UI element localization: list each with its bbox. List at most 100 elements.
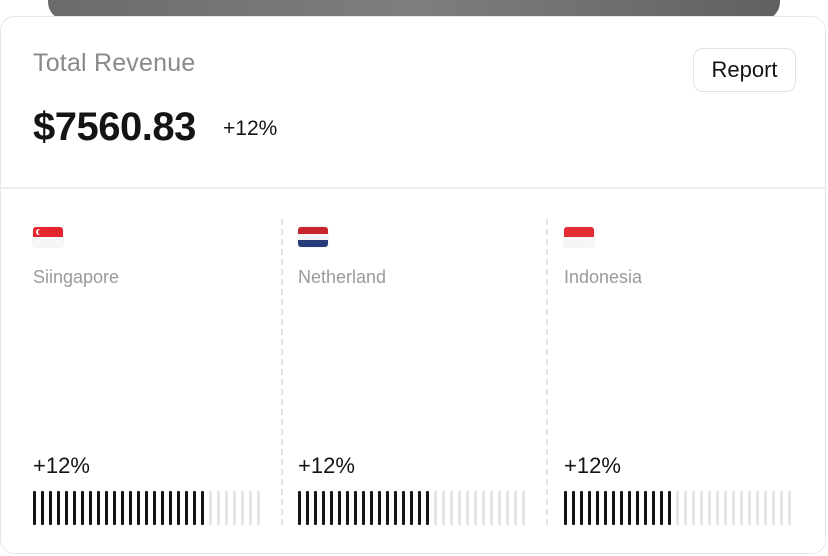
progress-tick-filled bbox=[354, 491, 357, 525]
progress-tick-filled bbox=[604, 491, 607, 525]
revenue-delta: +12% bbox=[223, 117, 278, 140]
progress-tick-filled bbox=[73, 491, 76, 525]
progress-tick-filled bbox=[57, 491, 60, 525]
progress-tick-filled bbox=[660, 491, 663, 525]
progress-tick-empty bbox=[225, 491, 228, 525]
revenue-card: Total Revenue $7560.83 +12% Report Siing… bbox=[0, 16, 826, 554]
netherlands-flag-icon bbox=[298, 227, 328, 247]
progress-bars bbox=[298, 491, 525, 525]
revenue-header: Total Revenue $7560.83 +12% Report bbox=[1, 17, 825, 189]
total-revenue-amount: $7560.83 bbox=[33, 105, 196, 149]
country-delta: +12% bbox=[33, 453, 90, 478]
progress-tick-filled bbox=[370, 491, 373, 525]
progress-tick-filled bbox=[378, 491, 381, 525]
progress-tick-filled bbox=[338, 491, 341, 525]
progress-tick-filled bbox=[628, 491, 631, 525]
progress-tick-empty bbox=[241, 491, 244, 525]
country-column-netherland: Netherland +12% bbox=[298, 189, 546, 553]
column-divider bbox=[281, 219, 283, 525]
progress-tick-filled bbox=[185, 491, 188, 525]
progress-tick-filled bbox=[394, 491, 397, 525]
column-divider bbox=[546, 219, 548, 525]
country-column-singapore: Siingapore +12% bbox=[33, 189, 281, 553]
progress-tick-empty bbox=[692, 491, 695, 525]
progress-tick-filled bbox=[49, 491, 52, 525]
progress-tick-empty bbox=[772, 491, 775, 525]
report-button[interactable]: Report bbox=[693, 48, 796, 92]
progress-tick-filled bbox=[121, 491, 124, 525]
progress-tick-filled bbox=[65, 491, 68, 525]
progress-tick-filled bbox=[322, 491, 325, 525]
progress-bars bbox=[33, 491, 260, 525]
progress-tick-filled bbox=[161, 491, 164, 525]
progress-tick-filled bbox=[564, 491, 567, 525]
progress-tick-filled bbox=[41, 491, 44, 525]
progress-tick-empty bbox=[450, 491, 453, 525]
progress-tick-filled bbox=[402, 491, 405, 525]
progress-tick-empty bbox=[684, 491, 687, 525]
progress-tick-empty bbox=[708, 491, 711, 525]
progress-tick-empty bbox=[700, 491, 703, 525]
progress-tick-empty bbox=[756, 491, 759, 525]
progress-tick-empty bbox=[732, 491, 735, 525]
progress-tick-filled bbox=[298, 491, 301, 525]
country-column-indonesia: Indonesia +12% bbox=[564, 189, 804, 553]
progress-tick-filled bbox=[596, 491, 599, 525]
progress-tick-filled bbox=[169, 491, 172, 525]
country-name: Netherland bbox=[298, 267, 387, 287]
progress-tick-empty bbox=[780, 491, 783, 525]
progress-tick-filled bbox=[105, 491, 108, 525]
singapore-flag-icon bbox=[33, 227, 63, 247]
progress-tick-filled bbox=[330, 491, 333, 525]
progress-tick-filled bbox=[580, 491, 583, 525]
progress-tick-filled bbox=[426, 491, 429, 525]
progress-tick-empty bbox=[249, 491, 252, 525]
progress-tick-empty bbox=[466, 491, 469, 525]
progress-tick-filled bbox=[33, 491, 36, 525]
progress-tick-empty bbox=[442, 491, 445, 525]
progress-tick-empty bbox=[498, 491, 501, 525]
progress-tick-empty bbox=[724, 491, 727, 525]
progress-tick-empty bbox=[257, 491, 260, 525]
progress-tick-filled bbox=[193, 491, 196, 525]
progress-tick-empty bbox=[506, 491, 509, 525]
progress-tick-filled bbox=[201, 491, 204, 525]
progress-tick-empty bbox=[740, 491, 743, 525]
progress-tick-empty bbox=[748, 491, 751, 525]
progress-tick-empty bbox=[458, 491, 461, 525]
progress-tick-filled bbox=[306, 491, 309, 525]
progress-tick-filled bbox=[386, 491, 389, 525]
progress-tick-empty bbox=[474, 491, 477, 525]
progress-tick-filled bbox=[362, 491, 365, 525]
progress-tick-empty bbox=[514, 491, 517, 525]
country-delta: +12% bbox=[298, 453, 355, 478]
card-title: Total Revenue bbox=[33, 49, 196, 77]
progress-tick-filled bbox=[137, 491, 140, 525]
progress-tick-empty bbox=[217, 491, 220, 525]
progress-tick-filled bbox=[89, 491, 92, 525]
progress-tick-empty bbox=[522, 491, 525, 525]
progress-tick-filled bbox=[97, 491, 100, 525]
progress-tick-filled bbox=[81, 491, 84, 525]
country-name: Indonesia bbox=[564, 267, 643, 287]
progress-tick-filled bbox=[668, 491, 671, 525]
progress-tick-empty bbox=[490, 491, 493, 525]
progress-tick-filled bbox=[418, 491, 421, 525]
progress-tick-filled bbox=[145, 491, 148, 525]
progress-tick-filled bbox=[612, 491, 615, 525]
progress-tick-filled bbox=[314, 491, 317, 525]
progress-tick-filled bbox=[129, 491, 132, 525]
country-name: Siingapore bbox=[33, 267, 120, 287]
country-delta: +12% bbox=[564, 453, 621, 478]
progress-tick-filled bbox=[636, 491, 639, 525]
progress-tick-filled bbox=[572, 491, 575, 525]
progress-tick-filled bbox=[652, 491, 655, 525]
progress-tick-empty bbox=[482, 491, 485, 525]
progress-tick-empty bbox=[764, 491, 767, 525]
progress-tick-filled bbox=[153, 491, 156, 525]
progress-tick-filled bbox=[410, 491, 413, 525]
progress-tick-filled bbox=[177, 491, 180, 525]
progress-tick-empty bbox=[434, 491, 437, 525]
progress-tick-filled bbox=[620, 491, 623, 525]
progress-tick-empty bbox=[233, 491, 236, 525]
